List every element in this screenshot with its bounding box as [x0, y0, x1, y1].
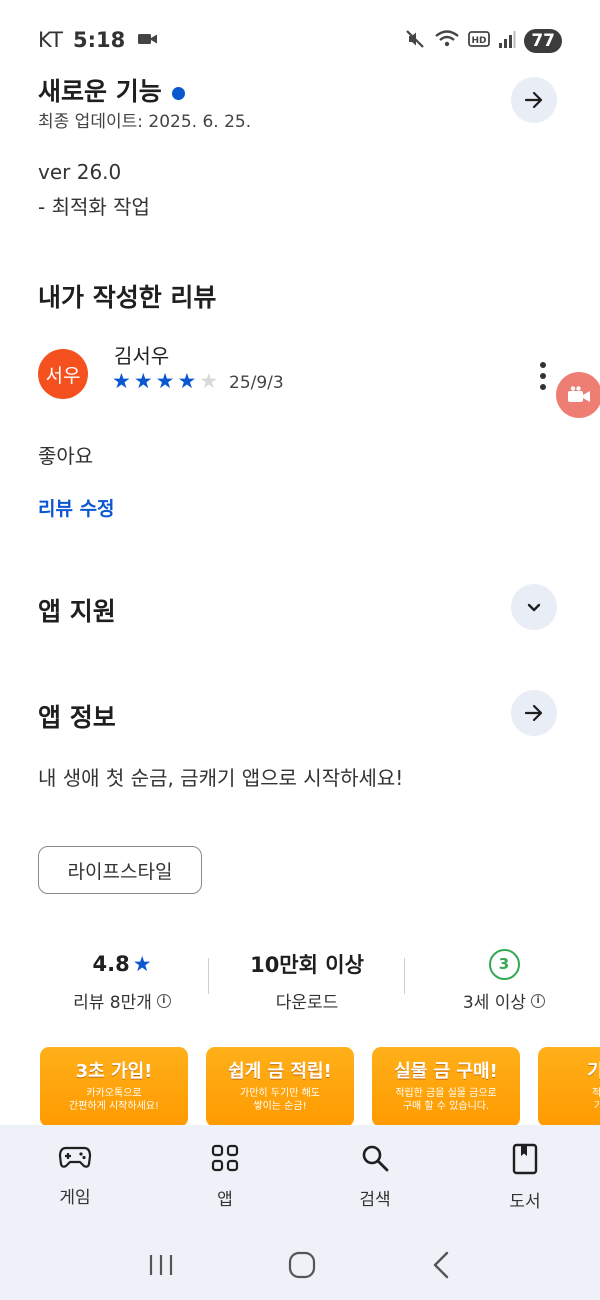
battery-icon: 77 [524, 29, 562, 53]
star-icon-filled: ★ [177, 369, 197, 393]
screenshot-carousel[interactable]: 3초 가입! 카카오톡으로 간편하게 시작하세요! 쉽게 금 적립! 가만히 두… [40, 1047, 600, 1127]
app-support-expand-button[interactable] [511, 584, 557, 630]
recent-apps-icon[interactable] [146, 1252, 176, 1278]
signal-icon [498, 29, 516, 53]
whats-new-heading: 새로운 기능 [38, 72, 185, 108]
reviewer-name: 김서우 [114, 344, 170, 368]
divider [208, 958, 209, 994]
screenshot-thumbnail[interactable]: 쉽게 금 적립! 가만히 두기만 해도 쌓이는 순금! [206, 1047, 354, 1127]
wifi-icon [434, 28, 460, 54]
floating-recorder-button[interactable] [556, 372, 600, 418]
nav-item-games[interactable]: 게임 [0, 1125, 150, 1230]
whats-new-title: 새로운 기능 [38, 77, 162, 106]
back-icon[interactable] [428, 1250, 454, 1280]
svg-text:HD: HD [472, 36, 487, 46]
app-info-heading: 앱 정보 [38, 703, 116, 732]
screenshot-subtitle: 적립한 금 기프티콘 [592, 1088, 600, 1112]
star-icon-empty: ★ [199, 369, 219, 393]
nav-item-books[interactable]: 도서 [450, 1125, 600, 1230]
arrow-right-icon [524, 91, 543, 109]
screenshot-title: 3초 가입! [75, 1061, 153, 1082]
screenshot-subtitle: 카카오톡으로 간편하게 시작하세요! [69, 1088, 159, 1112]
nav-label-search: 검색 [359, 1190, 391, 1210]
star-icon-filled: ★ [133, 369, 153, 393]
screenshot-title: 쉽게 금 적립! [228, 1061, 332, 1082]
screenshot-thumbnail[interactable]: 3초 가입! 카카오톡으로 간편하게 시작하세요! [40, 1047, 188, 1127]
status-bar: KT 5:18 HD 77 [0, 0, 600, 80]
screenshot-subtitle: 적립한 금을 실물 금으로 구매 할 수 있습니다. [395, 1088, 497, 1112]
app-support-heading: 앱 지원 [38, 597, 116, 626]
nav-item-search[interactable]: 검색 [300, 1125, 450, 1230]
info-icon[interactable]: i [156, 993, 171, 1008]
system-navigation-bar [0, 1230, 600, 1300]
status-left: KT 5:18 [38, 28, 159, 52]
hd-icon: HD [468, 30, 491, 52]
clock: 5:18 [72, 28, 126, 52]
screenshot-title: 기프티 [587, 1061, 600, 1082]
info-icon[interactable]: i [531, 993, 546, 1008]
nav-label-books: 도서 [509, 1192, 541, 1212]
rating-count-label: 리뷰 8만개 [73, 993, 152, 1013]
rating-value: 4.8 [92, 952, 130, 976]
search-icon [362, 1145, 389, 1172]
gamepad-icon [58, 1146, 92, 1168]
app-description: 내 생애 첫 순금, 금캐기 앱으로 시작하세요! [38, 766, 404, 790]
screenshot-thumbnail[interactable]: 기프티 적립한 금 기프티콘 [538, 1047, 600, 1127]
star-icon-filled: ★ [155, 369, 175, 393]
star-icon-filled: ★ [112, 369, 131, 393]
nav-label-games: 게임 [59, 1188, 91, 1208]
star-icon: ★ [132, 952, 152, 976]
my-review-heading: 내가 작성한 리뷰 [38, 283, 217, 312]
arrow-right-icon [524, 704, 543, 722]
version-text: ver 26.0 [38, 160, 122, 184]
age-rating-stat: 3 3세 이상 i [406, 948, 600, 1013]
app-info-arrow-button[interactable] [511, 690, 557, 736]
bottom-navigation: 게임 앱 검색 도서 [0, 1125, 600, 1230]
video-camera-icon [137, 28, 159, 52]
downloads-stat: 10만회 이상 다운로드 [210, 948, 404, 1013]
new-indicator-dot [171, 86, 185, 100]
screenshot-thumbnail[interactable]: 실물 금 구매! 적립한 금을 실물 금으로 구매 할 수 있습니다. [372, 1047, 520, 1127]
downloads-value: 10만회 이상 [250, 953, 364, 977]
edit-review-link[interactable]: 리뷰 수정 [38, 494, 115, 521]
book-icon [512, 1143, 538, 1175]
video-record-icon [568, 386, 590, 402]
avatar: 서우 [38, 349, 88, 399]
downloads-label: 다운로드 [275, 993, 339, 1013]
nav-item-apps[interactable]: 앱 [150, 1125, 300, 1230]
last-updated-date: 최종 업데이트: 2025. 6. 25. [38, 112, 252, 132]
home-icon[interactable] [287, 1250, 317, 1280]
age-rating-label: 3세 이상 [462, 993, 527, 1013]
whats-new-arrow-button[interactable] [511, 77, 557, 123]
apps-grid-icon [211, 1144, 239, 1172]
chevron-down-icon [527, 603, 541, 612]
review-date: 25/9/3 [229, 373, 284, 393]
category-chip[interactable]: 라이프스타일 [38, 846, 202, 894]
more-options-icon[interactable] [533, 358, 553, 394]
age-rating-badge-icon: 3 [488, 948, 520, 980]
screenshot-title: 실물 금 구매! [394, 1061, 498, 1082]
mute-icon [404, 28, 426, 54]
star-rating: ★ ★ ★ ★ ★ [112, 371, 218, 392]
nav-label-apps: 앱 [217, 1190, 233, 1210]
release-notes: - 최적화 작업 [38, 195, 150, 219]
status-right: HD 77 [404, 28, 562, 54]
rating-stat: 4.8 ★ 리뷰 8만개 i [38, 948, 206, 1013]
screenshot-subtitle: 가만히 두기만 해도 쌓이는 순금! [240, 1088, 320, 1112]
divider [404, 958, 405, 994]
carrier-label: KT [38, 28, 63, 52]
review-text: 좋아요 [38, 444, 94, 468]
